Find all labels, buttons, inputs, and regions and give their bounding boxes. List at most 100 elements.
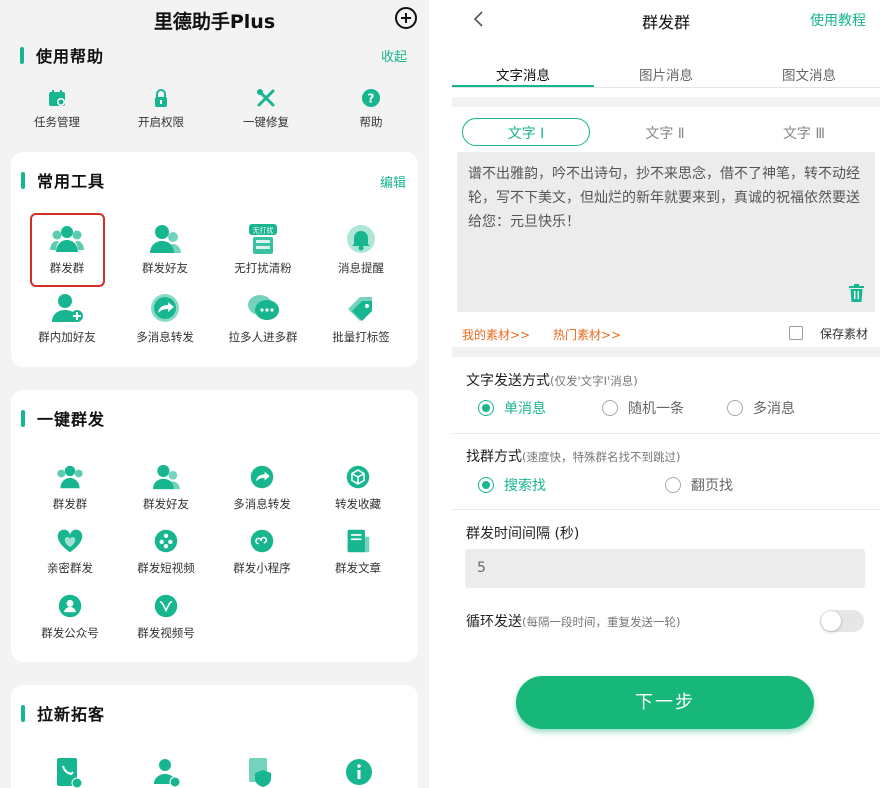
message-type-tabs: 文字消息 图片消息 图文消息 <box>452 55 880 89</box>
heart-chat-icon <box>57 529 83 553</box>
toggle-knob <box>821 611 841 631</box>
group-icon <box>57 465 83 489</box>
add-icon[interactable] <box>395 7 417 29</box>
divider <box>452 433 880 434</box>
section-bar <box>21 704 25 722</box>
mass-send-group-panel: 群发群 使用教程 文字消息 图片消息 图文消息 文字 Ⅰ 文字 Ⅱ 文字 Ⅲ 谱… <box>452 0 880 788</box>
radio-label: 翻页找 <box>691 478 733 494</box>
next-button[interactable]: 下一步 <box>516 676 814 729</box>
tool-mass-send-group[interactable]: 群发群 <box>17 224 117 276</box>
tool-add-group-friends[interactable]: 群内加好友 <box>17 293 117 345</box>
mass-group[interactable]: 群发群 <box>20 464 120 512</box>
radio-search-find[interactable]: 搜索找 <box>478 475 546 495</box>
edit-link[interactable]: 编辑 <box>380 172 406 191</box>
mass-label: 群发视频号 <box>137 626 195 640</box>
section-gap <box>452 347 880 357</box>
mass-label: 多消息转发 <box>233 497 291 511</box>
radio-dot <box>602 400 618 416</box>
help-item-label: 帮助 <box>359 115 383 129</box>
mass-label: 群发文章 <box>335 561 381 575</box>
message-textarea[interactable]: 谱不出雅韵，吟不出诗句，抄不来思念，借不了神笔，转不动经轮，写不下美文，但灿烂的… <box>457 152 875 312</box>
help-item-label: 任务管理 <box>34 115 80 129</box>
tab-image-text-message[interactable]: 图文消息 <box>738 55 880 84</box>
tab-image-message[interactable]: 图片消息 <box>595 55 737 84</box>
help-item-task-manage[interactable]: 任务管理 <box>7 88 107 130</box>
shield-file-icon[interactable] <box>247 758 275 788</box>
message-text: 谱不出雅韵，吟不出诗句，抄不来思念，借不了神笔，转不动经轮，写不下美文，但灿烂的… <box>468 166 860 230</box>
tab-text-message[interactable]: 文字消息 <box>452 55 594 84</box>
loop-send-label: 循环发送(每隔一段时间，重复发送一轮) <box>466 611 680 631</box>
tool-multi-forward[interactable]: 多消息转发 <box>115 293 215 345</box>
tool-label: 批量打标签 <box>332 330 390 344</box>
radio-label: 单消息 <box>504 401 546 417</box>
subtab-text-3[interactable]: 文字 Ⅲ <box>740 118 868 146</box>
subtab-text-1[interactable]: 文字 Ⅰ <box>462 118 590 146</box>
mass-video-channel[interactable]: 群发视频号 <box>116 593 216 641</box>
one-click-header: 一键群发 <box>21 407 105 429</box>
find-mode-note: (速度快，特殊群名找不到跳过) <box>522 450 681 464</box>
common-tools-header: 常用工具 <box>21 169 105 191</box>
save-material-checkbox[interactable] <box>789 326 803 340</box>
contact-book-icon[interactable] <box>55 758 83 788</box>
mass-mini-program[interactable]: 群发小程序 <box>212 528 312 576</box>
section-bar <box>20 46 24 64</box>
mass-label: 亲密群发 <box>47 561 93 575</box>
help-section: 使用帮助 收起 任务管理 开启权限 一键修复 ? 帮助 <box>0 36 429 144</box>
radio-multi-message[interactable]: 多消息 <box>727 398 795 418</box>
radio-page-find[interactable]: 翻页找 <box>665 475 733 495</box>
save-material-label: 保存素材 <box>819 327 868 341</box>
mass-forward-favorites[interactable]: 转发收藏 <box>308 464 408 512</box>
tool-mass-send-friends[interactable]: 群发好友 <box>115 224 215 276</box>
subtab-text-2[interactable]: 文字 Ⅱ <box>601 118 729 146</box>
mass-intimate[interactable]: 亲密群发 <box>20 528 120 576</box>
send-mode-note: (仅发'文字Ⅰ'消息) <box>550 374 638 388</box>
mass-multi-forward[interactable]: 多消息转发 <box>212 464 312 512</box>
mass-friends[interactable]: 群发好友 <box>116 464 216 512</box>
mass-label: 群发公众号 <box>41 626 99 640</box>
mass-article[interactable]: 群发文章 <box>308 528 408 576</box>
find-mode-label: 找群方式(速度快，特殊群名找不到跳过) <box>466 446 680 466</box>
film-icon <box>154 529 178 553</box>
help-item-help[interactable]: ? 帮助 <box>321 88 421 130</box>
svg-text:?: ? <box>368 92 375 106</box>
home-topbar: 里德助手Plus <box>0 0 429 36</box>
my-material-link[interactable]: 我的素材>> <box>462 326 530 343</box>
help-item-label: 一键修复 <box>243 115 289 129</box>
tool-pull-multi-groups[interactable]: 拉多人进多群 <box>213 293 313 345</box>
tool-batch-tag[interactable]: 批量打标签 <box>311 293 411 345</box>
mass-official-account[interactable]: 群发公众号 <box>20 593 120 641</box>
acquire-header: 拉新拓客 <box>21 702 105 724</box>
user-add-icon <box>52 294 83 322</box>
bell-icon <box>347 225 375 253</box>
radio-label: 随机一条 <box>628 401 684 417</box>
info-icon[interactable] <box>345 758 373 788</box>
no-disturb-badge-text: 无打扰 <box>253 226 274 235</box>
hot-material-link[interactable]: 热门素材>> <box>553 326 621 343</box>
tool-message-reminder[interactable]: 消息提醒 <box>311 224 411 276</box>
radio-label: 搜索找 <box>504 478 546 494</box>
find-mode-title: 找群方式 <box>466 449 522 465</box>
interval-label: 群发时间间隔 (秒) <box>466 526 580 542</box>
interval-input[interactable]: 5 <box>465 549 865 588</box>
user-add-icon[interactable] <box>153 758 181 788</box>
help-item-label: 开启权限 <box>138 115 184 129</box>
radio-single-message[interactable]: 单消息 <box>478 398 546 418</box>
mass-label: 群发小程序 <box>233 561 291 575</box>
trash-icon[interactable] <box>849 284 864 302</box>
lock-icon <box>155 89 167 107</box>
collapse-link[interactable]: 收起 <box>381 46 407 65</box>
users-icon <box>150 225 181 253</box>
radio-random-one[interactable]: 随机一条 <box>602 398 684 418</box>
mass-short-video[interactable]: 群发短视频 <box>116 528 216 576</box>
users-icon <box>153 464 180 490</box>
tutorial-link[interactable]: 使用教程 <box>810 10 866 30</box>
section-bar <box>21 171 25 189</box>
mass-label: 群发短视频 <box>137 561 195 575</box>
nav-bar: 群发群 使用教程 <box>452 0 880 44</box>
tool-no-disturb-clean[interactable]: 无打扰 无打扰清粉 <box>213 224 313 276</box>
loop-send-toggle[interactable] <box>820 610 864 632</box>
help-item-permission[interactable]: 开启权限 <box>111 88 211 130</box>
section-gap <box>452 97 880 107</box>
forward-icon <box>151 294 179 322</box>
help-item-repair[interactable]: 一键修复 <box>216 88 316 130</box>
